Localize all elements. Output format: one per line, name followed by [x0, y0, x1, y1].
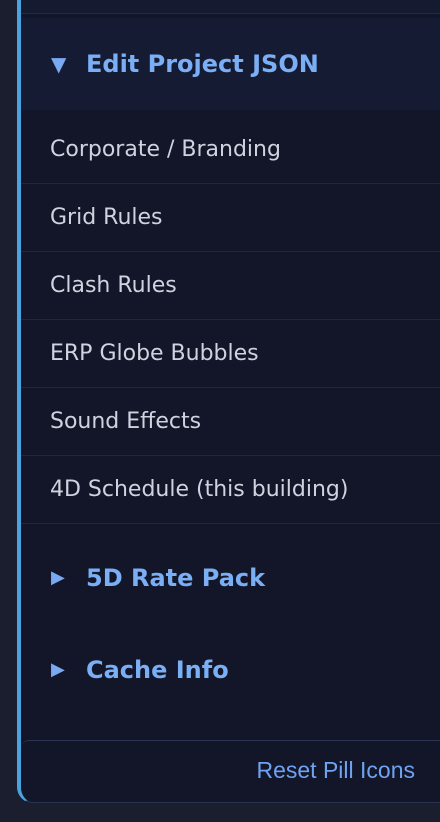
section-cache-info[interactable]: ▶ Cache Info — [21, 624, 440, 716]
list-item-label: Corporate / Branding — [50, 137, 281, 162]
section-edit-project-json[interactable]: ▼ Edit Project JSON — [21, 18, 440, 110]
settings-panel: ▼ Edit Project JSON Corporate / Branding… — [17, 0, 440, 803]
list-item-4d-schedule[interactable]: 4D Schedule (this building) — [21, 456, 440, 524]
caret-right-icon: ▶ — [51, 567, 65, 588]
reset-pill-icons-button[interactable]: Reset Pill Icons — [256, 757, 415, 784]
section-title: Cache Info — [86, 656, 229, 684]
list-item-label: Clash Rules — [50, 273, 177, 298]
section-title: 5D Rate Pack — [86, 564, 266, 592]
section-5d-rate-pack[interactable]: ▶ 5D Rate Pack — [21, 532, 440, 624]
list-item-label: Sound Effects — [50, 409, 202, 434]
list-item-clash-rules[interactable]: Clash Rules — [21, 252, 440, 320]
caret-down-icon: ▼ — [51, 52, 67, 76]
panel-footer: Reset Pill Icons — [21, 740, 440, 802]
list-item-erp-globe-bubbles[interactable]: ERP Globe Bubbles — [21, 320, 440, 388]
list-item-corporate-branding[interactable]: Corporate / Branding — [21, 116, 440, 184]
list-item-label: Grid Rules — [50, 205, 163, 230]
list-item-sound-effects[interactable]: Sound Effects — [21, 388, 440, 456]
caret-right-icon: ▶ — [51, 659, 65, 680]
section-title: Edit Project JSON — [86, 50, 319, 78]
list-item-label: 4D Schedule (this building) — [50, 477, 349, 502]
list-item-label: ERP Globe Bubbles — [50, 341, 259, 366]
panel-top-strip — [21, 0, 440, 14]
list-item-grid-rules[interactable]: Grid Rules — [21, 184, 440, 252]
